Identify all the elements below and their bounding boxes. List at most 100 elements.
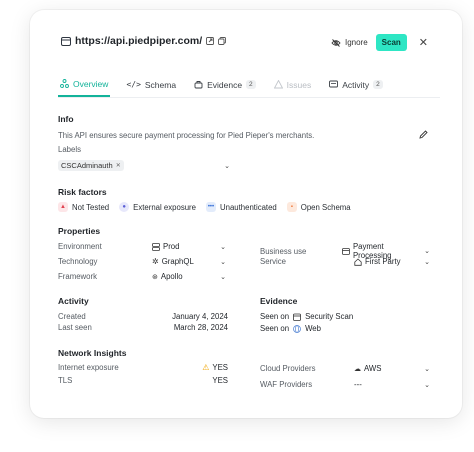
external-link-icon[interactable] xyxy=(206,37,215,45)
chevron-down-icon[interactable]: ⌄ xyxy=(424,258,430,266)
overview-icon xyxy=(60,79,69,88)
ignore-label: Ignore xyxy=(344,38,368,47)
property-key: Environment xyxy=(58,242,102,251)
property-value-text: First Party xyxy=(365,257,401,266)
property-key: Technology xyxy=(58,257,98,266)
api-url-header: https://api.piedpiper.com/ xyxy=(61,35,227,47)
ignore-button[interactable]: Ignore xyxy=(331,38,368,47)
evidence-value: Web xyxy=(305,324,321,333)
chevron-down-icon[interactable]: ⌄ xyxy=(224,162,230,170)
tab-issues[interactable]: Issues xyxy=(272,78,314,97)
risk-factors-list: ▲ Not Tested ● External exposure ••• Una… xyxy=(58,202,351,212)
edit-pencil-icon[interactable] xyxy=(419,130,428,139)
evidence-row-security-scan[interactable]: Seen on Security Scan xyxy=(260,312,353,321)
property-value-text: GraphQL xyxy=(161,257,194,266)
network-waf-providers[interactable]: WAF Providers --- ⌄ xyxy=(260,380,430,389)
tab-label: Overview xyxy=(73,78,109,89)
property-key: Service xyxy=(260,257,286,266)
globe-icon: ● xyxy=(119,202,130,212)
evidence-row-web[interactable]: Seen on Web xyxy=(260,324,321,333)
property-value: ⊛ Apollo xyxy=(152,272,220,281)
eye-off-icon xyxy=(331,38,341,47)
network-key: Cloud Providers xyxy=(260,364,316,373)
schema-icon: ▪ xyxy=(286,202,297,212)
chevron-down-icon[interactable]: ⌄ xyxy=(424,247,430,255)
risk-item-external-exposure: ● External exposure xyxy=(119,202,196,212)
issues-icon xyxy=(273,80,283,89)
copy-icon[interactable] xyxy=(218,37,227,45)
labels-select[interactable]: CSCAdminauth ✕ ⌄ xyxy=(58,160,230,171)
property-key: Business use xyxy=(260,246,307,256)
network-cloud-providers[interactable]: Cloud Providers ☁ AWS ⌄ xyxy=(260,364,430,373)
activity-key: Created xyxy=(58,312,86,321)
tab-label: Schema xyxy=(144,79,177,90)
api-icon xyxy=(61,36,71,46)
header-actions: Ignore Scan ✕ xyxy=(331,34,428,51)
risk-label: Unauthenticated xyxy=(219,202,277,212)
dots-icon: ••• xyxy=(205,202,216,212)
tab-overview[interactable]: Overview xyxy=(58,78,111,97)
property-value: Prod xyxy=(152,242,220,251)
tab-label: Evidence xyxy=(207,79,243,90)
network-key: Internet exposure xyxy=(58,363,119,372)
chevron-down-icon[interactable]: ⌄ xyxy=(220,258,226,266)
property-environment[interactable]: Environment Prod ⌄ xyxy=(58,242,226,251)
labels-title: Labels xyxy=(58,145,81,154)
home-icon xyxy=(354,257,362,266)
property-value-text: Apollo xyxy=(160,272,183,281)
chevron-down-icon[interactable]: ⌄ xyxy=(220,273,226,281)
activity-created: Created January 4, 2024 xyxy=(58,312,228,321)
scan-button[interactable]: Scan xyxy=(375,34,407,51)
network-value-text: AWS xyxy=(364,364,382,373)
activity-key: Last seen xyxy=(58,323,92,332)
network-internet-exposure: Internet exposure ⚠ YES xyxy=(58,363,228,372)
evidence-key: Seen on xyxy=(260,312,290,321)
activity-icon xyxy=(329,80,339,88)
evidence-value: Security Scan xyxy=(305,312,354,321)
tab-count-badge: 2 xyxy=(373,80,383,89)
activity-value: March 28, 2024 xyxy=(173,323,228,332)
close-icon[interactable]: ✕ xyxy=(419,36,428,49)
tab-count-badge: 2 xyxy=(246,80,256,89)
risk-title: Risk factors xyxy=(58,187,107,197)
network-value-text: YES xyxy=(212,363,228,372)
remove-label-icon[interactable]: ✕ xyxy=(116,162,121,169)
chevron-down-icon[interactable]: ⌄ xyxy=(220,243,226,251)
risk-item-not-tested: ▲ Not Tested xyxy=(58,202,109,212)
warning-triangle-icon: ▲ xyxy=(58,202,68,212)
evidence-icon xyxy=(194,81,203,89)
tab-activity[interactable]: Activity 2 xyxy=(327,78,385,97)
server-icon xyxy=(152,242,160,251)
activity-title: Activity xyxy=(58,296,89,306)
network-key: WAF Providers xyxy=(260,380,313,389)
tab-evidence[interactable]: Evidence 2 xyxy=(192,78,258,97)
tab-bar: Overview </> Schema Evidence 2 Issues Ac… xyxy=(58,78,440,98)
evidence-title: Evidence xyxy=(260,296,298,306)
property-service[interactable]: Service First Party ⌄ xyxy=(260,257,430,266)
warning-icon: ⚠ xyxy=(202,363,210,372)
tab-schema[interactable]: </> Schema xyxy=(124,78,178,97)
property-key: Framework xyxy=(58,272,97,281)
network-value: ☁ AWS xyxy=(354,364,424,373)
aws-icon: ☁ xyxy=(354,365,361,373)
calendar-icon xyxy=(293,313,301,321)
activity-value: January 4, 2024 xyxy=(172,312,228,321)
apollo-icon: ⊛ xyxy=(152,273,158,281)
chevron-down-icon[interactable]: ⌄ xyxy=(424,365,430,373)
activity-last-seen: Last seen March 28, 2024 xyxy=(58,323,228,332)
risk-item-unauthenticated: ••• Unauthenticated xyxy=(205,202,277,212)
risk-item-open-schema: ▪ Open Schema xyxy=(286,202,351,212)
properties-title: Properties xyxy=(58,226,101,236)
code-icon: </> xyxy=(126,80,141,89)
risk-label: External exposure xyxy=(133,202,196,212)
risk-label: Open Schema xyxy=(300,202,351,212)
evidence-key: Seen on xyxy=(260,324,290,333)
api-detail-card: https://api.piedpiper.com/ Ignore Scan ✕ xyxy=(30,10,462,418)
chevron-down-icon[interactable]: ⌄ xyxy=(424,381,430,389)
property-value: First Party xyxy=(354,257,424,266)
card-icon xyxy=(342,247,350,255)
property-technology[interactable]: Technology ✲ GraphQL ⌄ xyxy=(58,257,226,266)
label-chip-text: CSCAdminauth xyxy=(61,161,113,170)
api-url: https://api.piedpiper.com/ xyxy=(75,35,203,47)
property-framework[interactable]: Framework ⊛ Apollo ⌄ xyxy=(58,272,226,281)
